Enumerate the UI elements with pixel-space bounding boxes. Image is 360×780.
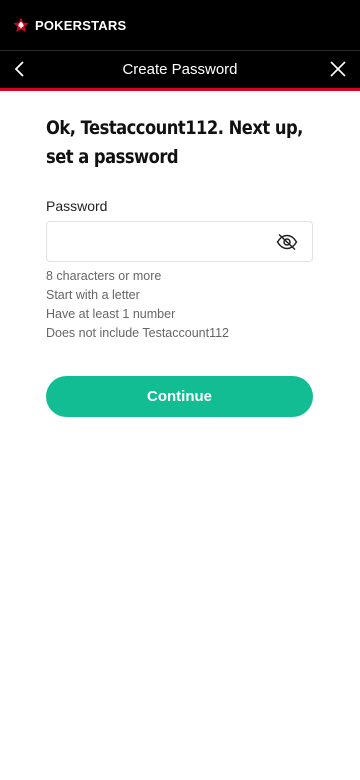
password-requirements: 8 characters or more Start with a letter… [46,267,229,343]
close-icon [330,61,346,77]
continue-button[interactable]: Continue [46,376,313,417]
requirement-number: Have at least 1 number [46,307,176,321]
password-field [46,221,313,262]
nav-bar: Create Password [0,51,360,88]
brand-name: POKERSTARS [35,17,127,33]
page-title: Create Password [122,61,238,78]
requirement-length: 8 characters or more [46,269,162,283]
chevron-left-icon [14,61,24,77]
back-button[interactable] [10,59,30,79]
pokerstars-logo: POKERSTARS [13,17,126,33]
requirement-username: Does not include Testaccount112 [46,326,229,340]
requirement-letter: Start with a letter [46,288,140,302]
toggle-visibility-button[interactable] [276,233,298,251]
password-label: Password [46,198,108,214]
close-button[interactable] [328,59,348,79]
brand-bar: POKERSTARS [0,0,360,50]
eye-off-icon [276,233,298,251]
password-form: Ok, Testaccount112. Next up, set a passw… [46,114,314,417]
star-spade-icon [13,17,29,32]
accent-line [0,88,360,91]
form-heading: Ok, Testaccount112. Next up, set a passw… [46,117,303,168]
password-input[interactable] [57,230,267,254]
